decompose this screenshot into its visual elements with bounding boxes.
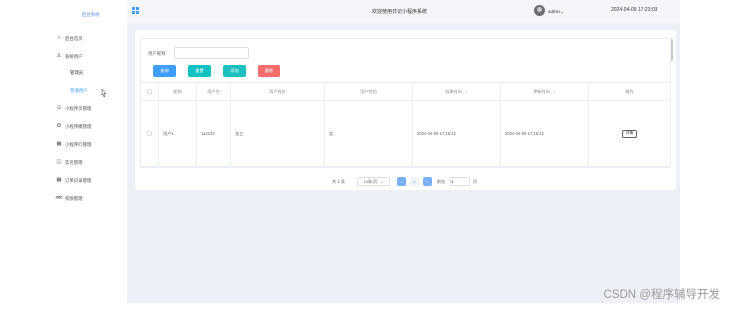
cell-nickname: 用户1: [159, 101, 197, 166]
pagination: 共 1 条 10条/页⌄ ‹ 1 › 前往 页: [135, 177, 676, 187]
cell-updated: 2024-04-09 17:19:42: [501, 101, 589, 166]
column-header-created[interactable]: 创建时间 ⇕: [413, 83, 501, 100]
select-all-cell: [141, 83, 159, 100]
mouse-cursor-icon: [101, 88, 107, 98]
sort-icon: ⇕: [464, 89, 468, 94]
row-checkbox[interactable]: [147, 131, 152, 136]
avatar[interactable]: [534, 5, 545, 16]
goto-label: 前往: [437, 179, 446, 184]
circle-icon: ⊙: [56, 104, 62, 111]
grid-icon: ▦: [56, 176, 62, 183]
sidebar-item-home[interactable]: ⌂ 后台首页: [56, 34, 83, 43]
sidebar-item-label: 小程序行管理: [65, 141, 92, 147]
column-header: 操作: [625, 88, 634, 94]
chevron-right-icon: ›: [426, 179, 429, 184]
next-page-button[interactable]: ›: [423, 177, 432, 186]
column-header: 用户性别: [325, 83, 413, 100]
chevron-down-icon: ⌄: [380, 179, 384, 184]
main-area: 欢迎使用日记小程序系统 admin⌄ 2024-04-09 17:23:03 用…: [127, 0, 680, 303]
grid-icon: ▦: [56, 140, 62, 147]
home-icon: ⌂: [57, 34, 61, 41]
page-number-button[interactable]: 1: [410, 177, 419, 186]
page-size-select[interactable]: 10条/页 ⌄: [357, 177, 390, 186]
column-header: 昵称: [159, 83, 197, 100]
search-input[interactable]: [174, 47, 249, 59]
detail-button[interactable]: 详情: [622, 129, 637, 138]
page-suffix-label: 页: [473, 179, 478, 184]
sidebar-item-label: 订单记录管理: [65, 177, 92, 183]
sidebar-item-system-users[interactable]: ♙ 系统用户: [56, 52, 83, 61]
system-title: 欢迎使用日记小程序系统: [372, 9, 428, 15]
column-header: 用户姓名: [231, 83, 325, 100]
column-header-updated[interactable]: 更新时间 ⇕: [501, 83, 589, 100]
user-menu[interactable]: admin⌄: [548, 9, 564, 15]
share-icon: ⋘: [55, 194, 63, 201]
bag-icon: ◫: [56, 158, 62, 165]
sidebar-item-page-manage[interactable]: ⊙ 小程序页管理: [56, 104, 92, 113]
sidebar-logo: 后台系统: [82, 12, 100, 17]
select-all-checkbox[interactable]: [147, 89, 152, 94]
sidebar-item-label: 系统用户: [65, 53, 83, 59]
gear-icon: ⚙: [56, 122, 62, 129]
sort-icon: ⇕: [552, 89, 556, 94]
sidebar-item-label: 实名管理: [65, 159, 83, 165]
row-select-cell: [141, 101, 159, 166]
cell-username: 112233: [197, 101, 231, 166]
top-header: 欢迎使用日记小程序系统 admin⌄ 2024-04-09 17:23:03: [127, 0, 680, 23]
reset-button[interactable]: 重置: [188, 65, 211, 77]
column-header: 用户名: [197, 83, 231, 100]
sidebar-item-realname-manage[interactable]: ◫ 实名管理: [56, 158, 83, 167]
add-button[interactable]: 添加: [223, 65, 246, 77]
watermark: CSDN @程序辅导开发: [603, 289, 720, 301]
sidebar-item-label: 小程序页管理: [65, 105, 92, 111]
cell-gender: 女: [325, 101, 413, 166]
search-label: 用户昵称: [148, 51, 166, 56]
sidebar-item-row-manage[interactable]: ▦ 小程序行管理: [56, 140, 91, 149]
content-panel: 用户昵称 查询 重置 添加 删除 昵称 用户名 用户姓名 用户性别 创建时间 ⇕ …: [140, 38, 671, 168]
sidebar-item-module-manage[interactable]: ⚙ 小程序模管理: [56, 122, 92, 131]
user-icon: ♙: [56, 52, 62, 59]
prev-page-button[interactable]: ‹: [397, 177, 406, 186]
sidebar-item-label: 权限管理: [65, 195, 83, 201]
table-header: 昵称 用户名 用户姓名 用户性别 创建时间 ⇕ 更新时间 ⇕ 操作: [141, 82, 670, 101]
cell-created: 2024-04-09 17:19:42: [413, 101, 501, 166]
cell-realname: 张三: [231, 101, 325, 166]
sidebar: 后台系统 ⌂ 后台首页 ♙ 系统用户 管理员 普通用户 ⊙ 小程序页管理 ⚙ 小…: [0, 0, 127, 309]
sidebar-item-label: 后台首页: [65, 35, 83, 41]
pagination-total: 共 1 条: [332, 179, 346, 184]
header-datetime: 2024-04-09 17:23:03: [611, 7, 658, 13]
chevron-left-icon: ‹: [400, 179, 403, 184]
menu-toggle-icon[interactable]: [132, 7, 139, 14]
sidebar-item-permission-manage[interactable]: ⋘ 权限管理: [55, 194, 83, 203]
sidebar-item-order-manage[interactable]: ▦ 订单记录管理: [56, 176, 91, 185]
cell-action: 详情: [589, 101, 670, 166]
page-jump-input[interactable]: [450, 177, 470, 186]
chevron-down-icon: ⌄: [559, 9, 564, 14]
sidebar-item-label: 小程序模管理: [65, 123, 92, 129]
submenu-item-normal-users[interactable]: 普通用户: [70, 88, 88, 94]
submenu-item-admin[interactable]: 管理员: [70, 70, 83, 76]
table-row: 用户1 112233 张三 女 2024-04-09 17:19:42 2024…: [141, 101, 670, 167]
search-button[interactable]: 查询: [153, 65, 176, 77]
content-card: 用户昵称 查询 重置 添加 删除 昵称 用户名 用户姓名 用户性别 创建时间 ⇕ …: [135, 30, 676, 190]
delete-button[interactable]: 删除: [258, 65, 280, 77]
